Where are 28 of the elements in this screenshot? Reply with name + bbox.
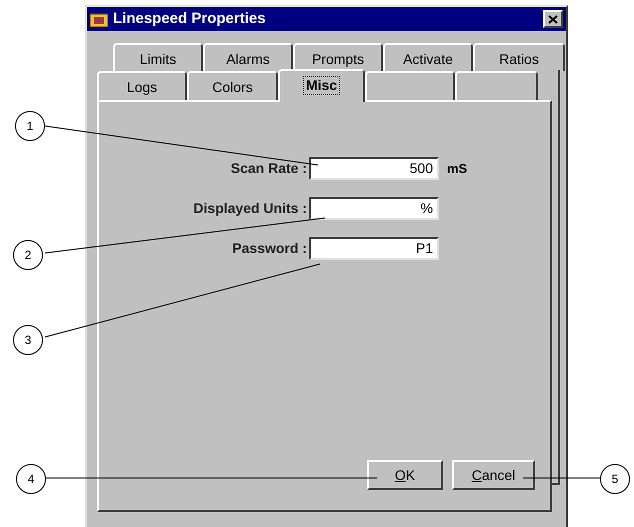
input-field[interactable]: %	[309, 197, 439, 220]
callout-number: 5	[600, 464, 630, 494]
tab[interactable]: Colors	[187, 71, 278, 100]
folder-icon	[90, 12, 108, 26]
close-button[interactable]	[543, 10, 563, 28]
input-field[interactable]: 500	[309, 157, 439, 180]
callout-number: 1	[15, 111, 45, 141]
callout-number: 3	[13, 325, 43, 355]
tab[interactable]: Prompts	[293, 43, 383, 71]
tab[interactable]	[455, 71, 538, 100]
tab[interactable]: Misc	[278, 69, 365, 102]
close-icon	[548, 14, 558, 24]
window-title: Linespeed Properties	[113, 8, 267, 29]
tab[interactable]: Activate	[383, 43, 473, 71]
unit-label: mS	[447, 160, 468, 178]
tab[interactable]: Logs	[97, 71, 187, 100]
field-label: Password :	[231, 239, 308, 258]
input-field[interactable]: P1	[309, 237, 439, 260]
tab[interactable]	[365, 71, 455, 100]
tab[interactable]: Alarms	[203, 43, 293, 71]
callout-number: 2	[13, 240, 43, 270]
cancel-button[interactable]: Cancel	[452, 460, 535, 490]
field-label: Scan Rate :	[230, 159, 308, 178]
tab[interactable]: Limits	[113, 43, 203, 71]
field-label: Displayed Units :	[192, 199, 308, 218]
ok-button[interactable]: OK	[367, 460, 443, 490]
tab[interactable]: Ratios	[473, 43, 565, 71]
callout-number: 4	[16, 464, 46, 494]
